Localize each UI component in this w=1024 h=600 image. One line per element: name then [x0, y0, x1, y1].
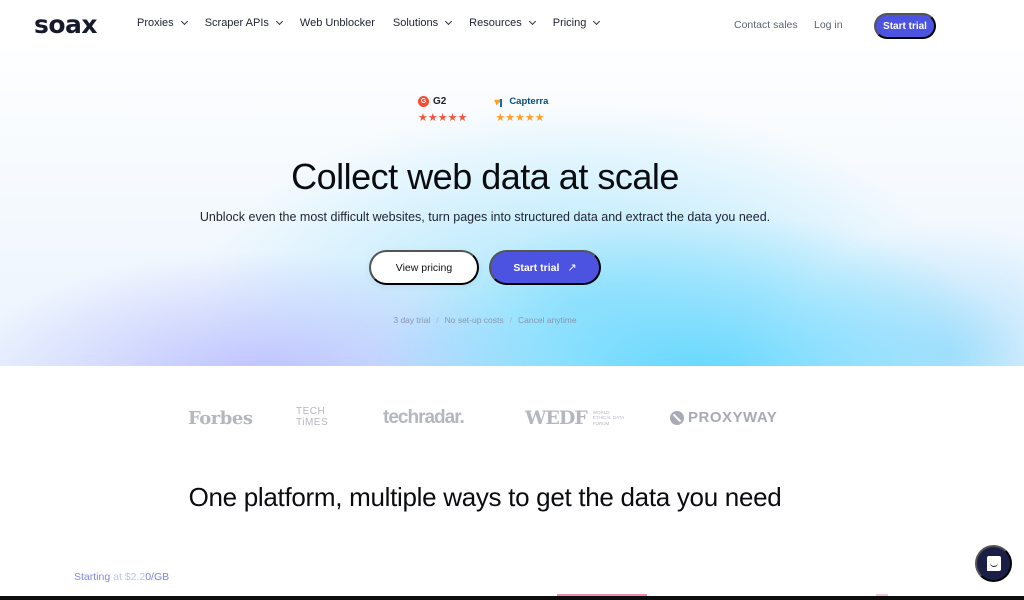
section-title: One platform, multiple ways to get the d…: [188, 482, 782, 512]
g2-label: G2: [433, 95, 447, 107]
g2-rating[interactable]: G G2 ★★★★★: [418, 95, 467, 124]
wedf-subtitle: WORLD ETHICAL DATA FORUM: [593, 410, 624, 427]
chat-icon: [986, 556, 1001, 571]
wedf-sub-line: FORUM: [592, 420, 610, 426]
techradar-logo: techradar.: [383, 407, 465, 428]
hero-cta-row: View pricing Start trial ↗: [369, 250, 601, 285]
capterra-rating[interactable]: Capterra ★★★★★: [495, 95, 548, 124]
techtimes-line2: TiMES: [296, 417, 329, 428]
wedf-sub-line: ETHICAL DATA: [592, 415, 625, 421]
viewport-bottom-edge: [0, 596, 1024, 600]
press-logos: Forbes TECH TiMES techradar. WEDF WORLD …: [0, 400, 1024, 440]
nav-item-label: Proxies: [137, 17, 174, 29]
capterra-label: Capterra: [509, 95, 549, 107]
soax-logo[interactable]: soax: [34, 10, 98, 40]
nav-item-label: Pricing: [552, 17, 587, 29]
view-pricing-button[interactable]: View pricing: [369, 250, 479, 285]
nav-item-proxies[interactable]: Proxies: [137, 17, 188, 29]
proxyway-icon: [670, 410, 684, 425]
starting-price-mid: at $2.2: [110, 571, 146, 583]
starting-price-prefix: Starting: [74, 571, 111, 583]
perk-setup: No set-up costs: [444, 315, 504, 325]
chat-widget-button[interactable]: [975, 545, 1012, 582]
chevron-down-icon: [593, 17, 601, 26]
proxyway-wordmark: PROXYWAY: [688, 409, 778, 426]
perk-separator: /: [436, 315, 439, 325]
arrow-up-right-icon: ↗: [567, 262, 577, 274]
nav-item-label: Scraper APIs: [204, 17, 269, 29]
starting-price-suffix: 0/GB: [145, 571, 170, 583]
nav-item-resources[interactable]: Resources: [469, 17, 536, 29]
wedf-wordmark: WEDF: [525, 407, 588, 429]
capterra-logo-icon: [495, 96, 505, 107]
chevron-down-icon: [180, 17, 188, 26]
hero-section: G G2 ★★★★★ Capterra ★★★★★ Collect web da…: [0, 52, 1024, 366]
perk-separator: /: [509, 315, 513, 325]
perk-cancel: Cancel anytime: [518, 315, 577, 325]
hero-start-trial-button[interactable]: Start trial ↗: [489, 250, 601, 285]
log-in-link[interactable]: Log in: [814, 19, 843, 31]
capterra-rating-header: Capterra: [495, 95, 548, 107]
nav-item-solutions[interactable]: Solutions: [392, 17, 453, 29]
nav-item-pricing[interactable]: Pricing: [552, 17, 601, 29]
forbes-logo: Forbes: [188, 408, 253, 429]
g2-stars: ★★★★★: [418, 112, 468, 124]
contact-sales-link[interactable]: Contact sales: [734, 19, 798, 31]
start-trial-label: Start trial: [513, 261, 560, 274]
top-navigation: soax Proxies Scraper APIs Web Unblocker …: [0, 0, 1024, 52]
nav-item-label: Solutions: [392, 17, 439, 29]
perk-trial: 3 day trial: [393, 315, 431, 325]
main-menu: Proxies Scraper APIs Web Unblocker Solut…: [137, 17, 617, 29]
chevron-down-icon: [275, 17, 283, 26]
starting-price: Starting at $2.20/GB: [74, 571, 169, 583]
techtimes-line1: TECH: [296, 406, 326, 417]
nav-item-label: Web Unblocker: [299, 17, 375, 29]
wedf-logo: WEDF WORLD ETHICAL DATA FORUM: [525, 407, 624, 429]
ratings-row: G G2 ★★★★★ Capterra ★★★★★: [418, 95, 548, 124]
nav-item-label: Resources: [469, 17, 522, 29]
nav-start-trial-button[interactable]: Start trial: [874, 13, 936, 39]
hero-title: Collect web data at scale: [291, 156, 679, 197]
g2-logo-icon: G: [418, 95, 429, 107]
chevron-down-icon: [528, 17, 536, 26]
hero-subtitle: Unblock even the most difficult websites…: [199, 210, 771, 224]
nav-item-scraper-apis[interactable]: Scraper APIs: [204, 17, 283, 29]
capterra-stars: ★★★★★: [495, 112, 545, 124]
techtimes-logo: TECH TiMES: [296, 406, 328, 428]
proxyway-logo: PROXYWAY: [670, 409, 777, 426]
g2-rating-header: G G2: [418, 95, 467, 107]
nav-item-web-unblocker[interactable]: Web Unblocker: [300, 17, 375, 29]
chevron-down-icon: [445, 17, 453, 26]
trial-perks: 3 day trial / No set-up costs / Cancel anyti…: [0, 315, 970, 325]
